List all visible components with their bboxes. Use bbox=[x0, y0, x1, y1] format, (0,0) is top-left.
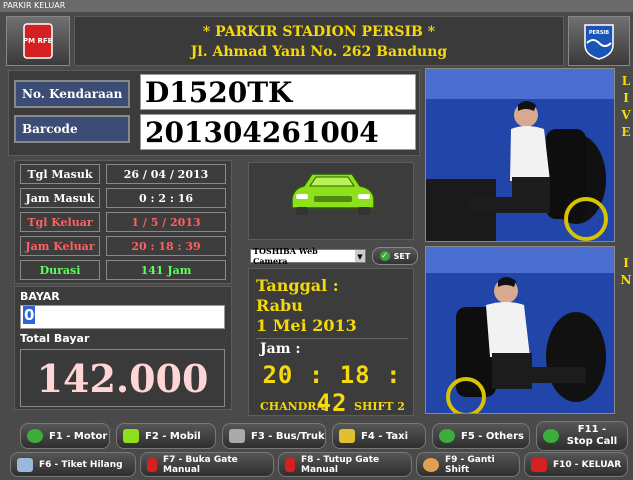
logo-text: PM RFB bbox=[23, 37, 53, 45]
f4-taxi-button[interactable]: F4 - Taxi bbox=[332, 423, 426, 449]
date-value: 1 Mei 2013 bbox=[256, 316, 357, 335]
f9-label: F9 - Ganti Shift bbox=[445, 454, 495, 475]
bayar-value: 0 bbox=[23, 306, 36, 324]
f9-ganti-shift-button[interactable]: F9 - Ganti Shift bbox=[416, 452, 520, 477]
in-text: IN bbox=[619, 256, 633, 290]
live-camera-image bbox=[426, 69, 614, 241]
f5-others-button[interactable]: F5 - Others bbox=[432, 423, 530, 449]
gate-open-icon bbox=[147, 457, 157, 472]
tgl-masuk-value: 26 / 04 / 2013 bbox=[106, 164, 226, 184]
entry-camera-image bbox=[426, 247, 614, 413]
jam-label: Jam : bbox=[260, 341, 301, 357]
others-icon bbox=[439, 429, 455, 443]
day-value: Rabu bbox=[256, 296, 303, 315]
logo-right-text: PERSIB bbox=[589, 30, 609, 36]
header-address: Jl. Ahmad Yani No. 262 Bandung bbox=[190, 44, 448, 60]
parking-logo-icon: PM RFB bbox=[23, 23, 53, 59]
window-title: PARKIR KELUAR bbox=[0, 0, 633, 12]
f11-label: F11 - Stop Call bbox=[566, 424, 618, 447]
bus-icon bbox=[229, 429, 245, 443]
jam-keluar-label: Jam Keluar bbox=[20, 236, 100, 256]
durasi-label: Durasi bbox=[20, 260, 100, 280]
camera-select-value: TOSHIBA Web Camera bbox=[253, 246, 318, 266]
car-icon bbox=[291, 173, 375, 215]
bayar-label: BAYAR bbox=[20, 290, 60, 303]
persib-shield-icon: PERSIB bbox=[584, 24, 614, 60]
tanggal-label: Tanggal : bbox=[256, 276, 339, 295]
barcode-input[interactable]: 201304261004 bbox=[140, 114, 416, 150]
entry-camera-feed bbox=[425, 246, 615, 414]
set-camera-button[interactable]: ✓ SET bbox=[372, 247, 418, 265]
check-icon: ✓ bbox=[379, 251, 390, 261]
barcode-label: Barcode bbox=[14, 115, 130, 143]
chevron-down-icon: ▼ bbox=[355, 250, 365, 262]
f10-label: F10 - KELUAR bbox=[553, 459, 622, 470]
f2-label: F2 - Mobil bbox=[145, 430, 201, 442]
total-bayar-label: Total Bayar bbox=[20, 332, 90, 345]
set-label: SET bbox=[393, 251, 411, 261]
tgl-keluar-label: Tgl Keluar bbox=[20, 212, 100, 232]
header-title: * PARKIR STADION PERSIB * bbox=[202, 24, 436, 40]
exit-icon bbox=[531, 457, 547, 472]
gate-close-icon bbox=[285, 457, 295, 472]
total-bayar-value: 142.000 bbox=[20, 349, 225, 407]
f3-label: F3 - Bus/Truk bbox=[251, 430, 325, 442]
f6-label: F6 - Tiket Hilang bbox=[39, 459, 123, 470]
f8-tutup-gate-button[interactable]: F8 - Tutup Gate Manual bbox=[278, 452, 412, 477]
f10-keluar-button[interactable]: F10 - KELUAR bbox=[524, 452, 628, 477]
camera-select[interactable]: TOSHIBA Web Camera ▼ bbox=[250, 246, 366, 266]
shift-label: SHIFT 2 bbox=[354, 400, 405, 413]
live-side-label: LIVE bbox=[618, 74, 633, 146]
f11-stop-call-button[interactable]: F11 - Stop Call bbox=[536, 421, 628, 451]
f8-label: F8 - Tutup Gate Manual bbox=[301, 454, 380, 475]
clock-divider bbox=[256, 338, 408, 339]
f4-label: F4 - Taxi bbox=[361, 430, 409, 442]
tgl-masuk-label: Tgl Masuk bbox=[20, 164, 100, 184]
jam-keluar-value: 20 : 18 : 39 bbox=[106, 236, 226, 256]
taxi-icon bbox=[339, 429, 355, 443]
f6-tiket-hilang-button[interactable]: F6 - Tiket Hilang bbox=[10, 452, 136, 477]
motorcycle-icon bbox=[27, 429, 43, 443]
in-side-label: IN bbox=[618, 256, 633, 294]
header-banner: * PARKIR STADION PERSIB * Jl. Ahmad Yani… bbox=[74, 16, 564, 66]
jam-masuk-label: Jam Masuk bbox=[20, 188, 100, 208]
bayar-input[interactable]: 0 bbox=[20, 305, 225, 329]
user-switch-icon bbox=[423, 457, 439, 472]
f1-motor-button[interactable]: F1 - Motor bbox=[20, 423, 110, 449]
durasi-value: 141 Jam bbox=[106, 260, 226, 280]
live-text: LIVE bbox=[619, 74, 633, 142]
plate-label: No. Kendaraan bbox=[14, 80, 130, 108]
jam-masuk-value: 0 : 2 : 16 bbox=[106, 188, 226, 208]
stop-call-icon bbox=[543, 429, 559, 443]
parking-logo: PM RFB bbox=[6, 16, 70, 66]
car-small-icon bbox=[123, 429, 139, 443]
f2-mobil-button[interactable]: F2 - Mobil bbox=[116, 423, 216, 449]
tgl-keluar-value: 1 / 5 / 2013 bbox=[106, 212, 226, 232]
f7-label: F7 - Buka Gate Manual bbox=[163, 454, 238, 475]
persib-logo: PERSIB bbox=[568, 16, 630, 66]
operator-name: CHANDRA bbox=[260, 400, 325, 413]
f7-buka-gate-button[interactable]: F7 - Buka Gate Manual bbox=[140, 452, 274, 477]
f5-label: F5 - Others bbox=[461, 430, 524, 442]
f3-bus-truk-button[interactable]: F3 - Bus/Truk bbox=[222, 423, 326, 449]
plate-input[interactable]: D1520TK bbox=[140, 74, 416, 110]
f1-label: F1 - Motor bbox=[49, 430, 108, 442]
live-camera-feed bbox=[425, 68, 615, 242]
ticket-icon bbox=[17, 457, 33, 472]
